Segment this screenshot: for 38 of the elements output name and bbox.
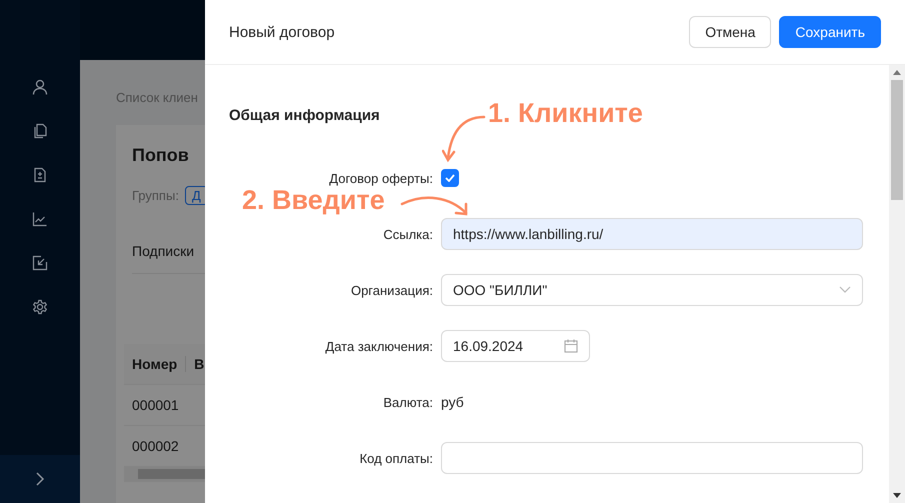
table-cell-text: 000001 bbox=[131, 397, 180, 413]
scroll-up-icon[interactable] bbox=[893, 70, 901, 75]
checkbox[interactable] bbox=[441, 169, 459, 187]
annotation-arrow bbox=[442, 114, 486, 164]
organization-select[interactable]: ООО "БИЛЛИ" bbox=[441, 274, 863, 306]
invoice-icon[interactable] bbox=[32, 167, 48, 183]
input-field[interactable]: https://www.lanbilling.ru/ bbox=[441, 218, 863, 250]
field-label: Организация: bbox=[350, 282, 434, 298]
annotation-text: 1. Кликните bbox=[488, 98, 643, 129]
groups-label: Группы: bbox=[132, 188, 179, 203]
annotation-text: 2. Введите bbox=[242, 185, 385, 216]
date-field[interactable]: 16.09.2024 bbox=[441, 330, 590, 362]
field-label: Ссылка: bbox=[382, 226, 434, 242]
section-title: Общая информация bbox=[229, 107, 380, 126]
scroll-thumb[interactable] bbox=[891, 80, 903, 200]
export-icon[interactable] bbox=[32, 255, 48, 271]
save-button[interactable]: Сохранить bbox=[779, 16, 881, 48]
field-label: Дата заключения: bbox=[324, 338, 434, 354]
currency-value: руб bbox=[441, 394, 464, 410]
field-label: Валюта: bbox=[382, 394, 434, 410]
table-cell-text: 000002 bbox=[131, 438, 180, 454]
field-label: Договор оферты: bbox=[328, 170, 434, 186]
field-label: Код оплаты: bbox=[358, 450, 434, 466]
client-name: Попов bbox=[132, 145, 190, 166]
user-icon[interactable] bbox=[32, 79, 48, 95]
drawer-title: Новый договор bbox=[229, 24, 335, 40]
cancel-button[interactable]: Отмена bbox=[689, 16, 772, 48]
chevron-down-icon bbox=[839, 286, 851, 294]
chart-icon[interactable] bbox=[32, 211, 48, 227]
scrollbar[interactable] bbox=[889, 65, 905, 503]
input-field[interactable] bbox=[441, 442, 863, 474]
documents-icon[interactable] bbox=[32, 123, 48, 139]
check-icon bbox=[445, 174, 455, 182]
calendar-icon bbox=[564, 339, 578, 353]
column-header: Номер bbox=[131, 356, 178, 372]
settings-icon[interactable] bbox=[32, 299, 48, 315]
chevron-icon bbox=[35, 472, 45, 486]
scroll-down-icon[interactable] bbox=[893, 493, 901, 498]
